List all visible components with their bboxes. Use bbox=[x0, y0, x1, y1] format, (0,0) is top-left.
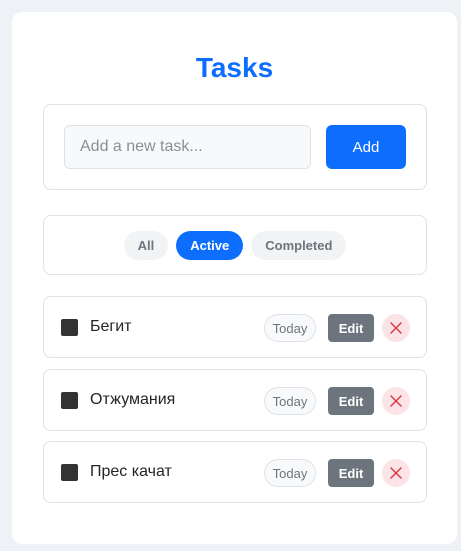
task-item: Отжумания Today Edit bbox=[43, 369, 427, 431]
task-checkbox[interactable] bbox=[61, 464, 78, 481]
delete-task-button[interactable] bbox=[382, 459, 410, 487]
task-date-badge: Today bbox=[264, 459, 316, 487]
add-task-button[interactable]: Add bbox=[326, 125, 406, 169]
delete-task-button[interactable] bbox=[382, 314, 410, 342]
filter-all-button[interactable]: All bbox=[123, 231, 169, 260]
new-task-input[interactable] bbox=[64, 125, 311, 169]
add-task-panel: Add bbox=[43, 104, 427, 190]
task-checkbox[interactable] bbox=[61, 319, 78, 336]
page-title: Tasks bbox=[195, 52, 274, 83]
close-icon bbox=[390, 395, 402, 407]
filter-completed-button[interactable]: Completed bbox=[251, 231, 347, 260]
task-item: Бегит Today Edit bbox=[43, 296, 427, 358]
task-date-badge: Today bbox=[264, 387, 316, 415]
delete-task-button[interactable] bbox=[382, 387, 410, 415]
edit-task-button[interactable]: Edit bbox=[328, 387, 374, 415]
edit-task-button[interactable]: Edit bbox=[328, 314, 374, 342]
todo-card: Tasks Add All Active Completed Бегит Tod… bbox=[12, 12, 457, 544]
filter-active-button[interactable]: Active bbox=[176, 231, 244, 260]
task-name: Отжумания bbox=[90, 391, 176, 408]
edit-task-button[interactable]: Edit bbox=[328, 459, 374, 487]
filter-group: All Active Completed bbox=[44, 231, 426, 260]
task-item: Прес качат Today Edit bbox=[43, 441, 427, 503]
task-date-badge: Today bbox=[264, 314, 316, 342]
close-icon bbox=[390, 322, 402, 334]
task-name: Бегит bbox=[90, 318, 132, 335]
task-name: Прес качат bbox=[90, 463, 172, 480]
filter-panel: All Active Completed bbox=[43, 215, 427, 275]
close-icon bbox=[390, 467, 402, 479]
task-checkbox[interactable] bbox=[61, 392, 78, 409]
